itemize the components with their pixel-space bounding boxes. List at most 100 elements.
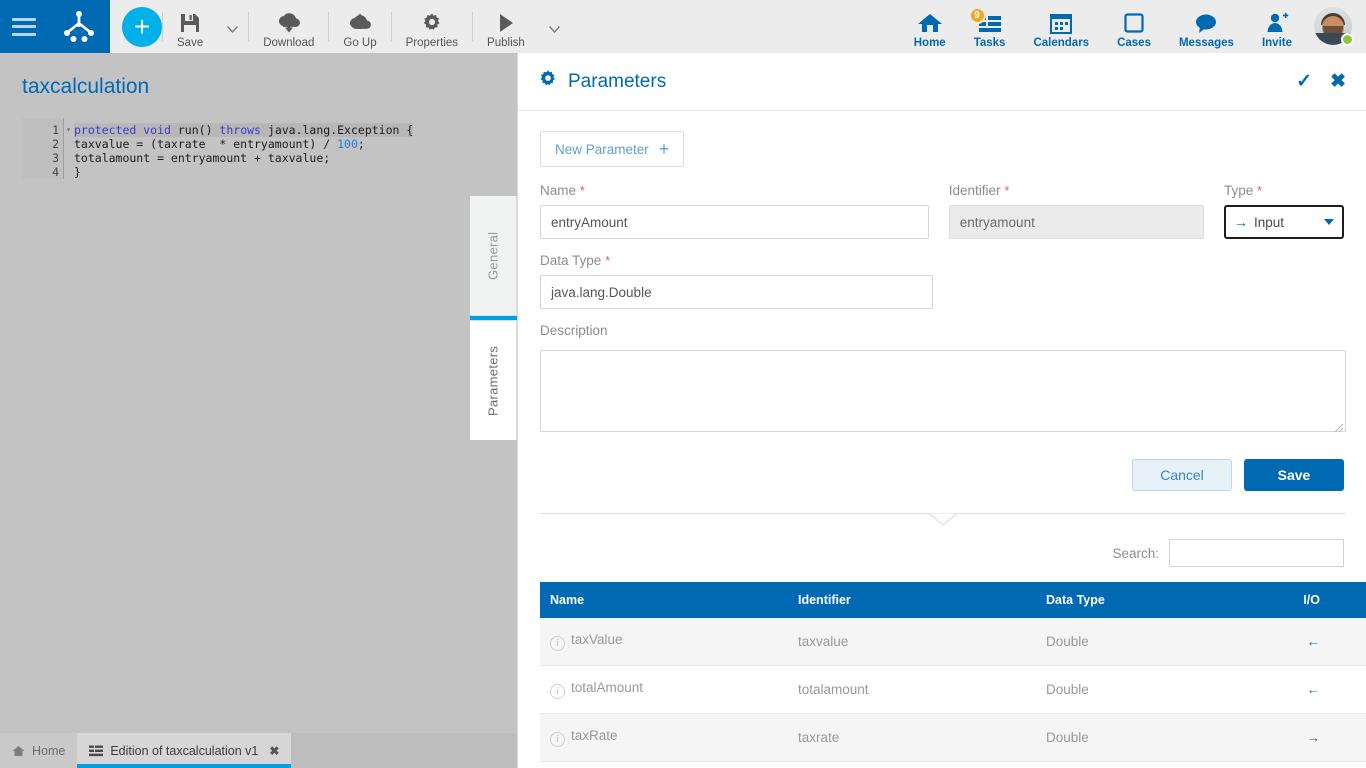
- info-icon[interactable]: i: [550, 732, 565, 747]
- gutter-line-3-number: 3: [52, 151, 59, 165]
- nav-invite-button[interactable]: Invite: [1248, 0, 1306, 53]
- nav-cases-button[interactable]: Cases: [1103, 0, 1165, 53]
- code-line-2-number-literal: 100: [337, 137, 358, 151]
- tab-general[interactable]: General: [470, 196, 517, 316]
- code-line-3-expr: totalamount = entryamount + taxvalue;: [74, 151, 331, 165]
- column-header-identifier[interactable]: Identifier: [788, 582, 1036, 618]
- diagram-list-icon: [89, 745, 104, 756]
- toolbar-publish-button[interactable]: Publish: [473, 0, 539, 53]
- cell-data-type: Double: [1036, 618, 1284, 666]
- info-icon[interactable]: i: [550, 684, 565, 699]
- code-method-sig: run(): [170, 123, 220, 137]
- data-type-input[interactable]: [540, 275, 933, 309]
- toolbar-save-button[interactable]: Save: [163, 0, 217, 53]
- brand-block: [0, 0, 110, 53]
- close-icon[interactable]: ✖: [1330, 70, 1346, 93]
- nav-invite-label: Invite: [1261, 37, 1292, 49]
- form-row-2: Data Type *: [540, 253, 1344, 309]
- cell-name: i totalAmount: [540, 665, 788, 714]
- input-arrow-icon: →: [1234, 214, 1248, 230]
- table-row[interactable]: i taxRate taxrate Double →: [540, 713, 1366, 762]
- upload-cloud-icon: [348, 12, 372, 34]
- type-field-group: Type * → Input: [1224, 183, 1344, 239]
- toolbar-download-button[interactable]: Download: [249, 0, 328, 53]
- close-icon[interactable]: ✖: [269, 744, 279, 758]
- identifier-input[interactable]: [948, 205, 1204, 239]
- house-icon: [917, 12, 943, 34]
- cancel-button[interactable]: Cancel: [1132, 459, 1232, 491]
- tab-parameters[interactable]: Parameters: [470, 320, 517, 440]
- save-dropdown-caret-icon[interactable]: [217, 20, 248, 33]
- download-cloud-icon: [277, 12, 301, 34]
- column-header-name[interactable]: Name: [540, 582, 788, 618]
- new-parameter-button[interactable]: New Parameter +: [540, 131, 685, 167]
- identifier-required-mark: *: [1004, 183, 1010, 198]
- type-required-mark: *: [1257, 183, 1263, 198]
- gutter-line-1[interactable]: 1 ▾: [22, 123, 71, 137]
- column-header-io[interactable]: I/O: [1284, 582, 1366, 618]
- search-input[interactable]: [1169, 539, 1344, 567]
- chevron-down-icon: [1324, 219, 1334, 225]
- person-plus-icon: [1265, 12, 1289, 34]
- code-fold-arrow-icon[interactable]: ▾: [66, 123, 71, 137]
- nav-calendars-button[interactable]: Calendars: [1019, 0, 1103, 53]
- info-icon[interactable]: i: [550, 636, 565, 651]
- panel-title: Parameters: [568, 70, 667, 92]
- name-input[interactable]: [540, 205, 929, 239]
- check-icon[interactable]: ✓: [1296, 70, 1312, 93]
- data-type-label-text: Data Type: [540, 253, 602, 268]
- cell-identifier: taxrate: [788, 713, 1036, 762]
- taskbar-tab-edition[interactable]: Edition of taxcalculation v1 ✖: [77, 733, 292, 768]
- gutter-line-4[interactable]: 4: [22, 165, 63, 179]
- taskbar-home-label: Home: [32, 743, 66, 758]
- search-row: Search:: [540, 539, 1344, 567]
- name-required-mark: *: [579, 183, 585, 198]
- gutter-line-4-number: 4: [52, 165, 59, 179]
- nav-home-button[interactable]: Home: [900, 0, 960, 53]
- gutter-line-3[interactable]: 3: [22, 151, 63, 165]
- save-button[interactable]: Save: [1244, 459, 1344, 491]
- calendar-icon: [1049, 12, 1073, 34]
- identifier-label: Identifier *: [949, 183, 1204, 198]
- play-triangle-icon: [495, 12, 517, 34]
- top-toolbar: + Save Download Go Up Properties Publish…: [0, 0, 1366, 53]
- parameters-panel: Parameters ✓ ✖ New Parameter + Name * en…: [517, 53, 1366, 768]
- create-new-button[interactable]: +: [122, 7, 162, 47]
- hamburger-menu-icon[interactable]: [12, 17, 36, 36]
- avatar[interactable]: [1314, 7, 1354, 46]
- bonita-frog-logo-icon[interactable]: [60, 10, 98, 44]
- toolbar-goup-button[interactable]: Go Up: [329, 0, 390, 53]
- tab-parameters-label: Parameters: [485, 345, 501, 416]
- cell-io-arrow-right-icon: →: [1284, 713, 1366, 762]
- description-textarea[interactable]: [540, 350, 1346, 432]
- section-divider: [540, 513, 1346, 527]
- code-gutter: 1 ▾ 2 3 4: [22, 118, 71, 179]
- plus-label: +: [133, 11, 151, 42]
- bottom-taskbar: Home Edition of taxcalculation v1 ✖: [0, 733, 517, 768]
- publish-dropdown-caret-icon[interactable]: [539, 20, 570, 33]
- name-field-group: Name *: [540, 183, 929, 239]
- cell-io-arrow-left-icon: ←: [1284, 618, 1366, 666]
- vertical-tab-strip: General Parameters: [470, 196, 517, 440]
- table-row[interactable]: i totalAmount totalamount Double ←: [540, 665, 1366, 714]
- task-list-icon: 9: [968, 7, 1003, 34]
- cell-identifier: taxvalue: [788, 618, 1036, 666]
- toolbar-right-group: Home 9 Tasks Calendars Cases Messages In…: [900, 0, 1366, 53]
- nav-tasks-label: Tasks: [973, 37, 1006, 49]
- gutter-line-2[interactable]: 2: [22, 137, 63, 151]
- name-label-text: Name: [540, 183, 577, 198]
- table-row[interactable]: i taxValue taxvalue Double ←: [540, 618, 1366, 666]
- code-editor[interactable]: 1 ▾ 2 3 4 protected void run() throws ja…: [22, 118, 517, 733]
- gutter-line-2-number: 2: [52, 137, 59, 151]
- nav-messages-button[interactable]: Messages: [1165, 0, 1248, 53]
- nav-home-label: Home: [913, 37, 946, 49]
- taskbar-tab-home[interactable]: Home: [0, 733, 78, 768]
- type-select[interactable]: → Input: [1224, 205, 1344, 239]
- column-header-data-type[interactable]: Data Type: [1036, 582, 1284, 618]
- code-content[interactable]: protected void run() throws java.lang.Ex…: [64, 118, 414, 179]
- form-actions: Cancel Save: [540, 459, 1344, 491]
- gear-icon: [421, 12, 443, 34]
- nav-tasks-button[interactable]: 9 Tasks: [960, 0, 1020, 53]
- toolbar-properties-button[interactable]: Properties: [392, 0, 472, 53]
- cell-data-type: Double: [1036, 665, 1284, 714]
